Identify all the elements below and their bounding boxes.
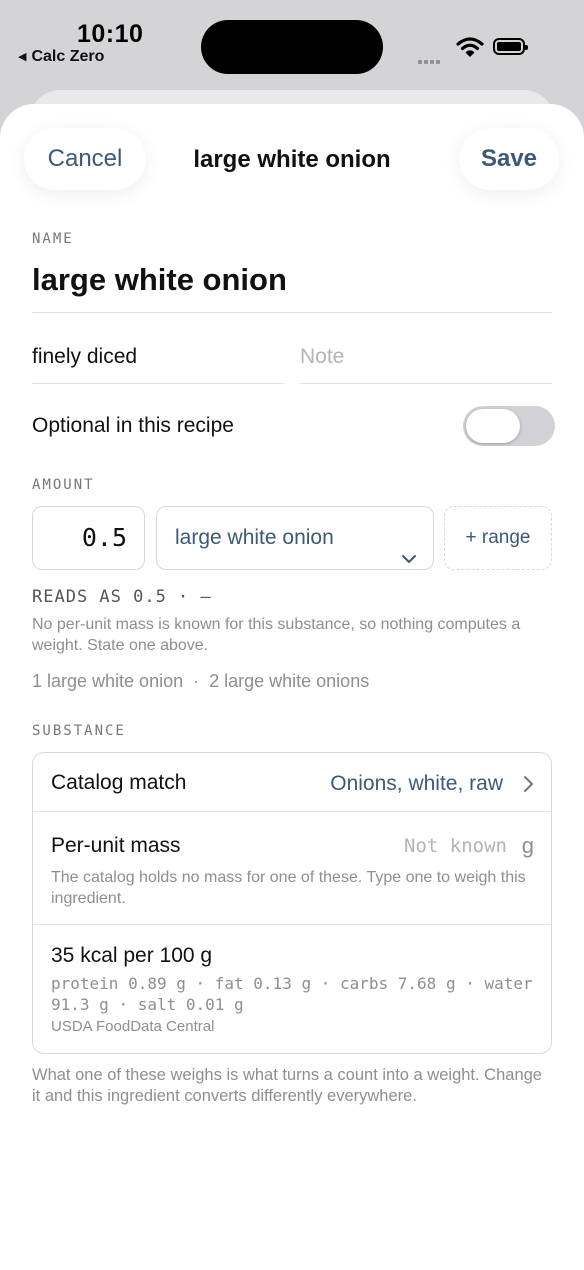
optional-label: Optional in this recipe — [32, 414, 234, 437]
wifi-icon — [456, 37, 484, 62]
cancel-button[interactable]: Cancel — [24, 128, 146, 190]
cellular-signal-icon — [418, 51, 442, 69]
substance-card: Catalog match Onions, white, raw Per-uni… — [32, 752, 552, 1054]
status-bar: 10:10 ◀ Calc Zero — [0, 0, 584, 90]
nutrients-text: protein 0.89 g · fat 0.13 g · carbs 7.68… — [51, 974, 533, 1014]
name-divider — [32, 312, 552, 313]
name-section-label: NAME — [32, 231, 74, 247]
note-field[interactable]: Note — [300, 345, 344, 369]
card-divider — [33, 924, 551, 925]
per-unit-mass-label: Per-unit mass — [51, 834, 181, 857]
dynamic-island — [201, 20, 383, 74]
back-triangle-icon: ◀ — [18, 51, 27, 63]
plural-forms-text: 1 large white onion · 2 large white onio… — [32, 671, 370, 691]
preparation-field[interactable]: finely diced — [32, 345, 137, 369]
catalog-match-row[interactable]: Catalog match Onions, white, raw — [33, 753, 551, 811]
mass-unit-label: g — [521, 833, 534, 858]
per-unit-mass-input[interactable]: Not known — [404, 835, 507, 857]
unit-select-value: large white onion — [175, 526, 334, 549]
footer-note: What one of these weighs is what turns a… — [32, 1066, 542, 1105]
clock: 10:10 — [77, 20, 144, 48]
kcal-text: 35 kcal per 100 g — [51, 944, 213, 967]
mass-helper-text: The catalog holds no mass for one of the… — [51, 869, 526, 907]
note-divider — [300, 383, 552, 384]
back-app-label: Calc Zero — [31, 48, 105, 65]
substance-section-label: SUBSTANCE — [32, 723, 126, 739]
prep-divider — [32, 383, 284, 384]
sheet-title: large white onion — [193, 146, 391, 173]
data-source-text: USDA FoodData Central — [51, 1018, 215, 1035]
save-button[interactable]: Save — [459, 128, 559, 190]
chevron-down-icon — [401, 530, 417, 592]
toggle-knob — [466, 409, 520, 443]
back-to-app-link[interactable]: ◀ Calc Zero — [18, 48, 104, 66]
chevron-right-icon — [522, 775, 534, 798]
card-divider — [33, 811, 551, 812]
unit-select[interactable]: large white onion — [156, 506, 434, 570]
add-range-button[interactable]: + range — [444, 506, 552, 570]
amount-helper-text: No per-unit mass is known for this subst… — [32, 616, 521, 654]
catalog-match-label: Catalog match — [51, 771, 187, 794]
optional-toggle[interactable] — [463, 406, 555, 446]
catalog-match-value: Onions, white, raw — [330, 772, 503, 795]
battery-icon — [493, 38, 528, 55]
name-field[interactable]: large white onion — [32, 262, 287, 298]
amount-section-label: AMOUNT — [32, 477, 95, 493]
quantity-input[interactable]: 0.5 — [32, 506, 145, 570]
reads-as-text: READS AS 0.5 · — — [32, 587, 212, 607]
